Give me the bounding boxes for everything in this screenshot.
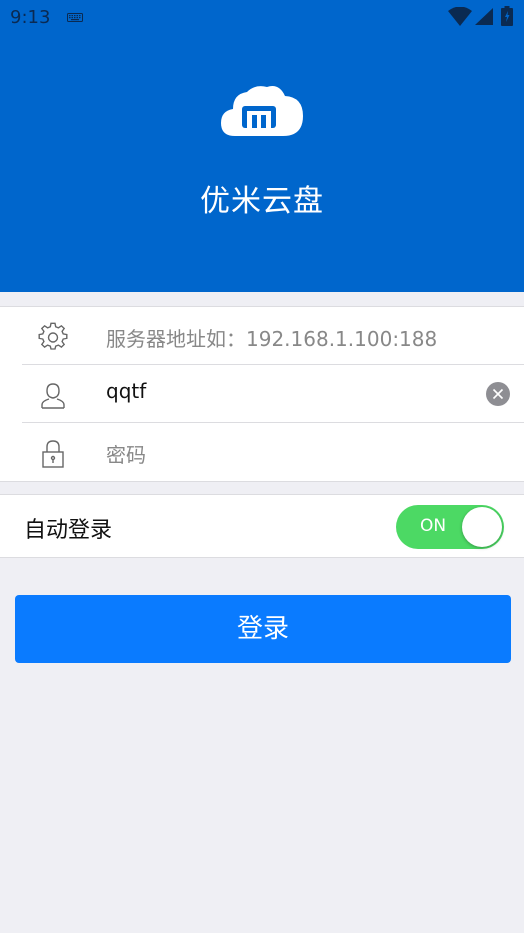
signal-icon [475, 8, 493, 25]
server-address-placeholder: 服务器地址如：192.168.1.100:188 [106, 327, 438, 351]
password-placeholder: 密码 [106, 443, 146, 467]
username-field[interactable]: qqtf [22, 365, 524, 423]
clear-icon[interactable] [486, 382, 510, 406]
auto-login-label: 自动登录 [24, 518, 113, 543]
server-address-field[interactable]: 服务器地址如：192.168.1.100:188 [22, 307, 524, 365]
cloud-m-logo-icon [221, 86, 303, 136]
login-button[interactable]: 登录 [15, 595, 511, 663]
keyboard-icon [67, 13, 83, 22]
battery-icon [501, 6, 513, 26]
login-screen: 9:13 优米云盘 服务器地址如：192.168.1.100:188 qqtf … [0, 0, 524, 933]
toggle-knob [462, 507, 502, 547]
status-time: 9:13 [10, 7, 51, 28]
status-bar: 9:13 [0, 0, 524, 36]
auto-login-toggle[interactable]: ON [396, 505, 504, 549]
app-title: 优米云盘 [200, 184, 324, 219]
password-field[interactable]: 密码 [22, 423, 524, 480]
login-form: 服务器地址如：192.168.1.100:188 qqtf 密码 [0, 306, 524, 482]
lock-icon [42, 440, 64, 468]
username-value: qqtf [106, 379, 147, 403]
header: 9:13 优米云盘 [0, 0, 524, 292]
user-icon [41, 383, 65, 409]
wifi-icon [448, 7, 472, 26]
gear-icon [38, 322, 68, 350]
auto-login-row: 自动登录 ON [0, 494, 524, 558]
toggle-state-label: ON [420, 516, 447, 536]
